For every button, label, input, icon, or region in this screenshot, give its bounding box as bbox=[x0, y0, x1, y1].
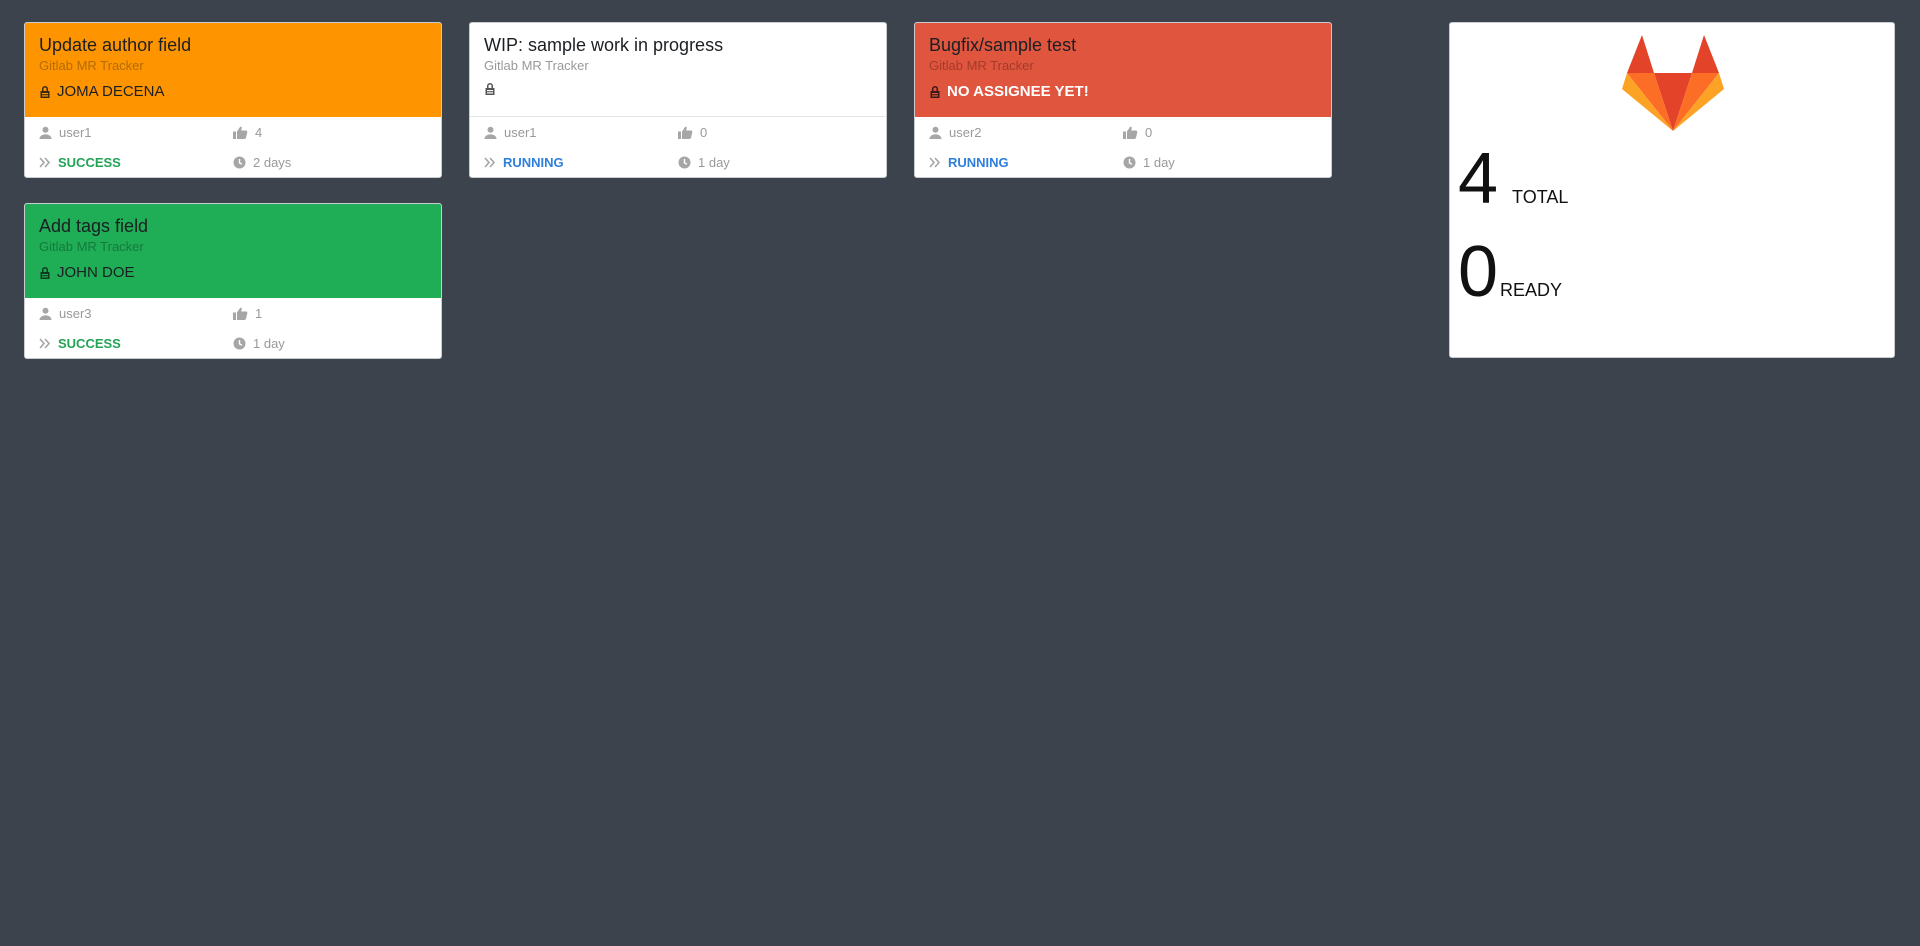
user-icon bbox=[484, 126, 497, 139]
mr-upvotes: 0 bbox=[1123, 125, 1317, 140]
clock-icon bbox=[1123, 156, 1136, 168]
double-chevron-right-icon bbox=[39, 337, 51, 349]
mr-card-body: user3 1 SUCCESS 1 day bbox=[25, 298, 441, 358]
clock-icon bbox=[678, 156, 691, 168]
mr-title: Add tags field bbox=[39, 216, 149, 236]
mr-assignee-name: NO ASSIGNEE YET! bbox=[947, 83, 1089, 100]
mr-author: user1 bbox=[484, 125, 678, 140]
user-icon bbox=[39, 126, 52, 139]
thumbs-up-icon bbox=[1123, 126, 1138, 139]
mr-pipeline: RUNNING bbox=[929, 155, 1123, 170]
mr-author-name: user1 bbox=[59, 124, 92, 140]
mr-age-text: 2 days bbox=[253, 154, 292, 170]
mr-author: user1 bbox=[39, 125, 233, 140]
double-chevron-right-icon bbox=[929, 156, 941, 168]
mr-author: user3 bbox=[39, 306, 233, 321]
mr-upvotes: 1 bbox=[233, 306, 427, 321]
mr-age: 1 day bbox=[1123, 155, 1317, 170]
mr-author: user2 bbox=[929, 125, 1123, 140]
double-chevron-right-icon bbox=[484, 156, 496, 168]
mr-assignee: NO ASSIGNEE YET! bbox=[929, 82, 1317, 102]
double-chevron-right-icon bbox=[39, 156, 51, 168]
mr-assignee bbox=[484, 82, 872, 96]
mr-card-header: Update author field Gitlab MR Tracker JO… bbox=[25, 23, 441, 117]
mr-age-text: 1 day bbox=[698, 154, 730, 170]
mr-card[interactable]: Update author field Gitlab MR Tracker JO… bbox=[24, 22, 442, 178]
mr-card-header: Bugfix/sample test Gitlab MR Tracker NO … bbox=[915, 23, 1331, 117]
mr-card[interactable]: Bugfix/sample test Gitlab MR Tracker NO … bbox=[914, 22, 1332, 178]
mr-card[interactable]: Add tags field Gitlab MR Tracker JOHN DO… bbox=[24, 203, 442, 359]
total-count: 4 bbox=[1458, 139, 1499, 219]
mr-pipeline: SUCCESS bbox=[39, 336, 233, 351]
mr-upvote-count: 0 bbox=[1145, 124, 1153, 140]
mr-age-text: 1 day bbox=[1143, 154, 1175, 170]
mr-age: 1 day bbox=[233, 336, 427, 351]
gitlab-logo-icon bbox=[1622, 35, 1724, 131]
mr-upvotes: 0 bbox=[678, 125, 872, 140]
mr-project: Gitlab MR Tracker bbox=[39, 239, 144, 254]
mr-board: Update author field Gitlab MR Tracker JO… bbox=[0, 0, 1920, 946]
lock-icon bbox=[39, 266, 51, 280]
ready-label: READY bbox=[1500, 280, 1563, 300]
mr-pipeline: RUNNING bbox=[484, 155, 678, 170]
user-icon bbox=[39, 307, 52, 320]
mr-project: Gitlab MR Tracker bbox=[484, 58, 589, 73]
mr-pipeline-status: SUCCESS bbox=[58, 154, 121, 170]
mr-title: WIP: sample work in progress bbox=[484, 35, 724, 55]
mr-pipeline-status: SUCCESS bbox=[58, 335, 121, 351]
mr-card[interactable]: WIP: sample work in progress Gitlab MR T… bbox=[469, 22, 887, 178]
mr-upvotes: 4 bbox=[233, 125, 427, 140]
mr-pipeline-status: RUNNING bbox=[503, 154, 564, 170]
ready-count: 0 bbox=[1458, 232, 1499, 312]
lock-icon bbox=[484, 82, 496, 96]
mr-card-body: user1 0 RUNNING 1 day bbox=[470, 117, 886, 177]
mr-age-text: 1 day bbox=[253, 335, 285, 351]
mr-title: Update author field bbox=[39, 35, 192, 55]
mr-age: 2 days bbox=[233, 155, 427, 170]
mr-assignee-name: JOHN DOE bbox=[57, 264, 135, 281]
mr-upvote-count: 4 bbox=[255, 124, 263, 140]
user-icon bbox=[929, 126, 942, 139]
mr-upvote-count: 0 bbox=[700, 124, 708, 140]
clock-icon bbox=[233, 156, 246, 168]
lock-icon bbox=[929, 85, 941, 99]
mr-pipeline-status: RUNNING bbox=[948, 154, 1009, 170]
thumbs-up-icon bbox=[678, 126, 693, 139]
stats-panel: 4 TOTAL 0 READY bbox=[1449, 22, 1895, 358]
mr-author-name: user1 bbox=[504, 124, 537, 140]
thumbs-up-icon bbox=[233, 126, 248, 139]
total-stat: 4 TOTAL bbox=[1458, 143, 1568, 215]
mr-author-name: user2 bbox=[949, 124, 982, 140]
mr-pipeline: SUCCESS bbox=[39, 155, 233, 170]
mr-author-name: user3 bbox=[59, 305, 92, 321]
mr-card-header: Add tags field Gitlab MR Tracker JOHN DO… bbox=[25, 204, 441, 298]
lock-icon bbox=[39, 85, 51, 99]
mr-project: Gitlab MR Tracker bbox=[929, 58, 1034, 73]
mr-upvote-count: 1 bbox=[255, 305, 263, 321]
mr-assignee: JOMA DECENA bbox=[39, 82, 427, 102]
ready-stat: 0 READY bbox=[1458, 236, 1562, 308]
mr-title: Bugfix/sample test bbox=[929, 35, 1077, 55]
mr-age: 1 day bbox=[678, 155, 872, 170]
thumbs-up-icon bbox=[233, 307, 248, 320]
mr-assignee-name: JOMA DECENA bbox=[57, 83, 165, 100]
mr-assignee: JOHN DOE bbox=[39, 263, 427, 283]
clock-icon bbox=[233, 337, 246, 349]
mr-card-header: WIP: sample work in progress Gitlab MR T… bbox=[470, 23, 886, 117]
mr-card-body: user2 0 RUNNING 1 day bbox=[915, 117, 1331, 177]
mr-card-body: user1 4 SUCCESS 2 days bbox=[25, 117, 441, 177]
total-label: TOTAL bbox=[1512, 187, 1569, 207]
mr-project: Gitlab MR Tracker bbox=[39, 58, 144, 73]
